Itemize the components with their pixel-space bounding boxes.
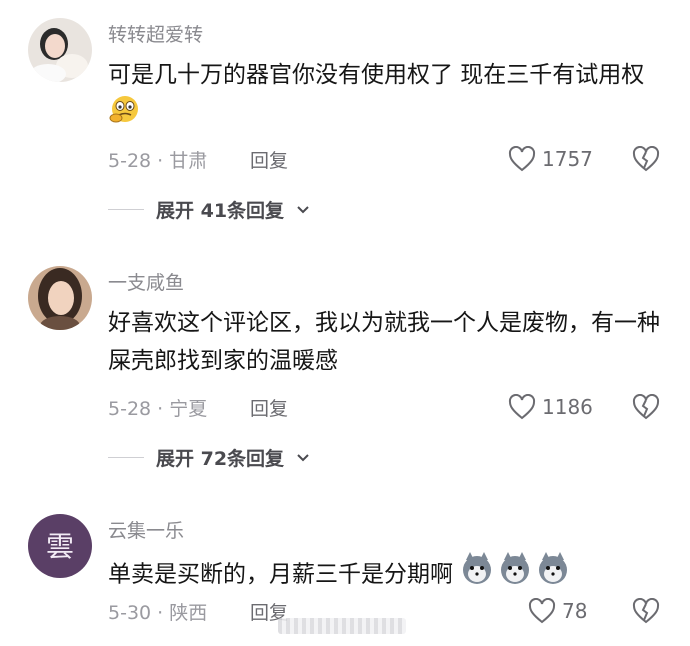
watermark-overlay	[278, 618, 406, 634]
like-button[interactable]: 1757	[508, 146, 593, 172]
broken-heart-icon	[632, 597, 660, 624]
like-count: 1186	[542, 395, 593, 419]
chevron-down-icon	[297, 205, 309, 213]
like-count: 1757	[542, 147, 593, 171]
comment-text: 单卖是买断的，月薪三千是分期啊	[108, 552, 668, 598]
dislike-button[interactable]	[632, 597, 660, 628]
username[interactable]: 一支咸鱼	[108, 270, 184, 296]
like-count: 78	[562, 599, 588, 623]
broken-heart-icon	[632, 393, 660, 420]
divider-line	[108, 457, 144, 458]
chevron-down-icon	[297, 453, 309, 461]
avatar[interactable]: 雲	[28, 514, 92, 578]
username[interactable]: 转转超爱转	[108, 22, 203, 48]
username[interactable]: 云集一乐	[108, 518, 184, 544]
avatar[interactable]	[28, 18, 92, 82]
reply-button[interactable]: 回复	[250, 148, 288, 174]
reply-button[interactable]: 回复	[250, 396, 288, 422]
like-button[interactable]: 78	[528, 598, 587, 624]
like-button[interactable]: 1186	[508, 394, 593, 420]
heart-icon	[528, 598, 556, 624]
comment-text: 可是几十万的器官你没有使用权了 现在三千有试用权	[108, 56, 668, 136]
expand-replies-label: 展开 41条回复	[156, 200, 285, 222]
dislike-button[interactable]	[632, 393, 660, 424]
comment-text: 好喜欢这个评论区，我以为就我一个人是废物，有一种屎壳郎找到家的温暖感	[108, 310, 660, 374]
comment-text-body: 单卖是买断的，月薪三千是分期啊	[108, 561, 453, 588]
expand-replies-label: 展开 72条回复	[156, 448, 285, 470]
expand-replies-button[interactable]: 展开 72条回复	[108, 444, 310, 471]
divider-line	[108, 209, 144, 210]
date-location: 5-28 · 宁夏	[108, 398, 208, 420]
date-location: 5-28 · 甘肃	[108, 150, 208, 172]
broken-heart-icon	[632, 145, 660, 172]
heart-icon	[508, 394, 536, 420]
comment-text-body: 可是几十万的器官你没有使用权了 现在三千有试用权	[108, 62, 645, 88]
husky-emoji-icon	[460, 552, 572, 598]
avatar[interactable]	[28, 266, 92, 330]
expand-replies-button[interactable]: 展开 41条回复	[108, 196, 310, 223]
heart-icon	[508, 146, 536, 172]
dislike-button[interactable]	[632, 145, 660, 176]
thinking-emoji-icon	[108, 94, 142, 136]
date-location: 5-30 · 陕西	[108, 602, 208, 624]
svg-text:雲: 雲	[46, 530, 74, 563]
